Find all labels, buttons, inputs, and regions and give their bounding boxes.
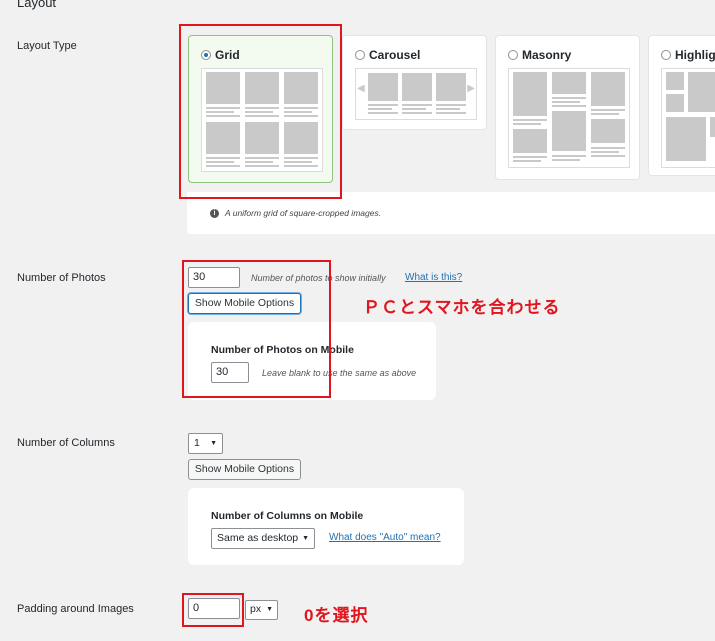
carousel-prev-arrow-icon: ◀: [357, 83, 365, 94]
what-does-auto-mean-link[interactable]: What does "Auto" mean?: [329, 532, 441, 543]
number-of-columns-select[interactable]: 1 ▼: [188, 433, 223, 454]
layout-option-highlight[interactable]: Highlight: [648, 35, 715, 176]
highlight-preview-image: [661, 68, 715, 168]
number-of-columns-value: 1: [194, 437, 200, 449]
highlight-option-label: Highlight: [675, 48, 715, 62]
what-is-this-link[interactable]: What is this?: [405, 272, 462, 283]
annotation-photos-note: ＰＣとスマホを合わせる: [363, 298, 561, 317]
photos-mobile-input[interactable]: 30: [211, 362, 249, 383]
chevron-down-icon: ▼: [210, 440, 217, 447]
padding-unit-value: px: [250, 603, 262, 615]
padding-unit-select[interactable]: px ▼: [245, 600, 278, 620]
columns-mobile-title: Number of Columns on Mobile: [211, 510, 364, 522]
grid-option-label: Grid: [215, 48, 240, 62]
layout-option-masonry[interactable]: Masonry: [495, 35, 640, 180]
carousel-preview-image: ◀ ▶: [355, 68, 477, 120]
number-of-photos-hint: Number of photos to show initially: [251, 273, 386, 283]
highlight-radio[interactable]: [661, 50, 671, 60]
padding-label: Padding around Images: [17, 603, 134, 615]
masonry-radio[interactable]: [508, 50, 518, 60]
carousel-next-arrow-icon: ▶: [467, 83, 475, 94]
annotation-padding-note: 0を選択: [304, 606, 369, 625]
columns-mobile-select[interactable]: Same as desktop ▼: [211, 528, 315, 549]
number-of-columns-label: Number of Columns: [17, 437, 115, 449]
carousel-option-label: Carousel: [369, 48, 421, 62]
padding-input[interactable]: 0: [188, 598, 240, 619]
columns-mobile-value: Same as desktop: [217, 532, 299, 544]
number-of-photos-input[interactable]: 30: [188, 267, 240, 288]
layout-type-label: Layout Type: [17, 40, 77, 52]
photos-mobile-hint: Leave blank to use the same as above: [262, 368, 417, 378]
grid-preview-image: [201, 68, 323, 172]
show-mobile-options-button-photos[interactable]: Show Mobile Options: [188, 293, 301, 314]
chevron-down-icon: ▼: [266, 606, 273, 613]
chevron-down-icon: ▼: [302, 535, 309, 542]
layout-description-strip: i A uniform grid of square-cropped image…: [187, 192, 715, 234]
columns-mobile-panel: Number of Columns on Mobile Same as desk…: [188, 488, 464, 565]
show-mobile-options-button-columns[interactable]: Show Mobile Options: [188, 459, 301, 480]
layout-option-grid[interactable]: Grid: [188, 35, 333, 183]
layout-option-carousel[interactable]: Carousel ◀ ▶: [342, 35, 487, 130]
section-title: Layout: [17, 0, 57, 10]
grid-radio[interactable]: [201, 50, 211, 60]
info-icon: i: [210, 209, 219, 218]
photos-mobile-panel: Number of Photos on Mobile 30 Leave blan…: [188, 322, 436, 400]
masonry-preview-image: [508, 68, 630, 168]
carousel-radio[interactable]: [355, 50, 365, 60]
masonry-option-label: Masonry: [522, 48, 572, 62]
number-of-photos-label: Number of Photos: [17, 272, 106, 284]
layout-description: A uniform grid of square-cropped images.: [225, 208, 382, 218]
photos-mobile-title: Number of Photos on Mobile: [211, 344, 354, 356]
